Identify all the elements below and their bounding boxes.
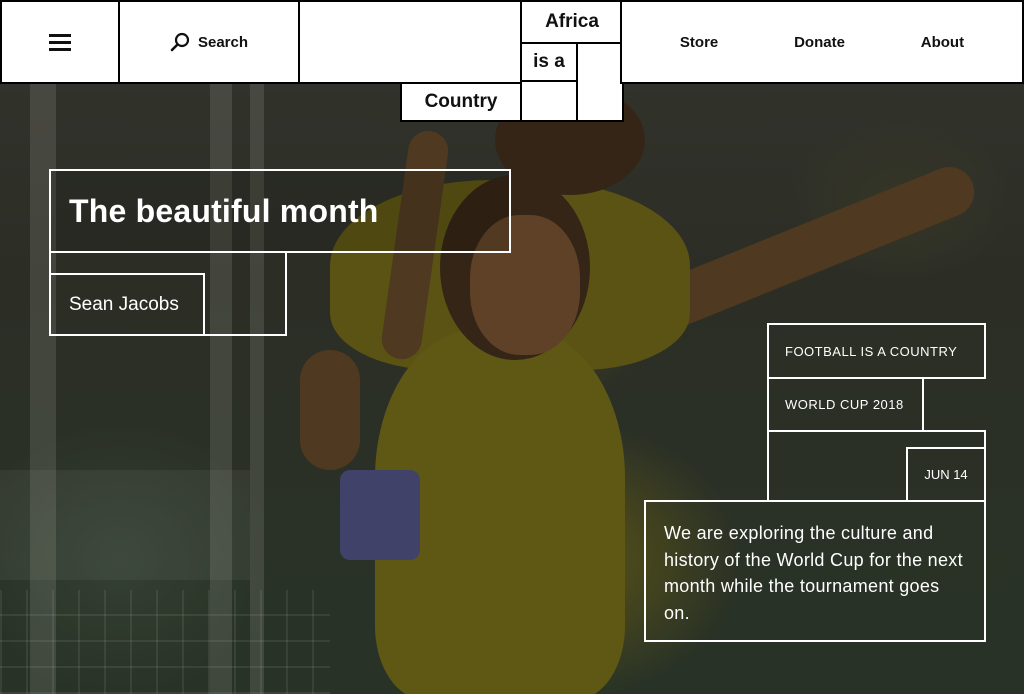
tag-football-is-a-country[interactable]: FOOTBALL IS A COUNTRY [767, 323, 986, 379]
logo-frame-right [576, 42, 624, 122]
article-author[interactable]: Sean Jacobs [49, 273, 205, 336]
article-description: We are exploring the culture and history… [644, 500, 986, 642]
article-title[interactable]: The beautiful month [49, 169, 511, 253]
search-button[interactable]: Search [118, 0, 300, 84]
search-label: Search [197, 33, 249, 51]
nav-link-store[interactable]: Store [680, 34, 718, 51]
search-icon [170, 32, 190, 52]
menu-button[interactable] [0, 0, 120, 84]
top-navigation: Search Africa is a Country Store Donate … [0, 0, 1024, 122]
article-date: JUN 14 [906, 447, 986, 502]
nav-links: Store Donate About [620, 0, 1024, 84]
nav-spacer [298, 0, 522, 84]
nav-link-donate[interactable]: Donate [794, 34, 845, 51]
logo-country[interactable]: Country [400, 82, 522, 122]
hamburger-icon [49, 34, 71, 51]
nav-link-about[interactable]: About [921, 34, 964, 51]
tag-world-cup-2018[interactable]: WORLD CUP 2018 [767, 377, 924, 432]
logo-africa[interactable]: Africa [520, 0, 624, 44]
logo-is-a[interactable]: is a [520, 42, 578, 82]
